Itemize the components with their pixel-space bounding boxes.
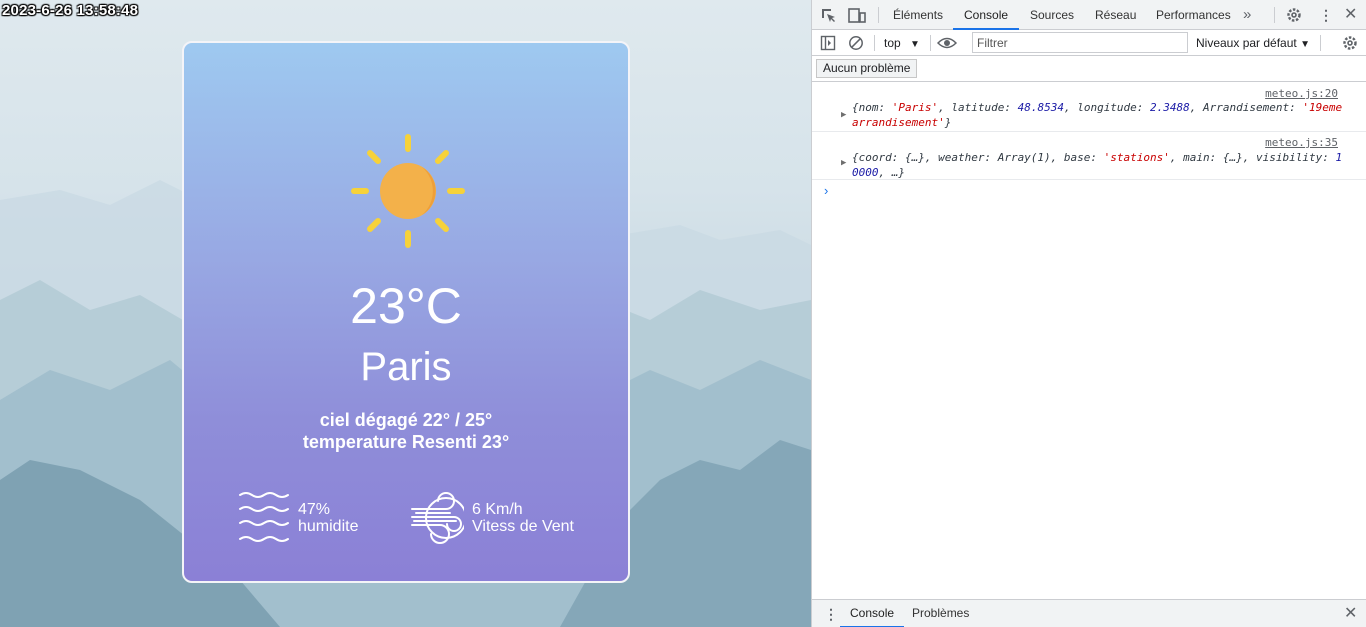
- expand-arrow-icon[interactable]: ▶: [841, 158, 846, 168]
- city-name: Paris: [360, 345, 452, 389]
- timestamp: 2023-6-26 13:58:48: [2, 2, 139, 19]
- tab-network[interactable]: Réseau: [1095, 0, 1136, 30]
- temperature: 23°C: [350, 278, 462, 334]
- weather-card: 23°C Paris ciel dégagé 22° / 25° tempera…: [182, 41, 630, 583]
- console-filter-input[interactable]: [972, 32, 1188, 53]
- device-toolbar-icon[interactable]: [848, 8, 866, 27]
- dropdown-arrow-icon: ▼: [1300, 39, 1310, 50]
- console-object[interactable]: {nom: 'Paris', latitude: 48.8534, longit…: [852, 100, 1348, 130]
- console-message: meteo.js:35 ▶ {coord: {…}, weather: Arra…: [812, 132, 1366, 180]
- object-key-text: , main: {…}, visibility:: [1169, 151, 1336, 164]
- context-value: top: [884, 36, 901, 50]
- drawer-tab-issues[interactable]: Problèmes: [912, 600, 969, 627]
- wind-value: 6 Km/h: [472, 501, 523, 518]
- tab-sources[interactable]: Sources: [1030, 0, 1074, 30]
- object-key-text: , latitude:: [938, 101, 1018, 114]
- log-levels-dropdown[interactable]: Niveaux par défaut ▼: [1196, 36, 1310, 50]
- object-key-text: , …}: [878, 166, 906, 179]
- separator: [1320, 35, 1321, 51]
- tab-elements[interactable]: Éléments: [893, 0, 943, 30]
- drawer-menu-icon[interactable]: ⋮: [824, 606, 838, 622]
- humidity-value: 47%: [298, 501, 331, 518]
- sidebar-toggle-icon[interactable]: [820, 35, 836, 54]
- devtools-tab-bar: Éléments Console Sources Réseau Performa…: [812, 0, 1366, 30]
- kebab-menu-icon[interactable]: ⋮: [1319, 7, 1333, 23]
- waves-icon: [239, 492, 289, 542]
- drawer-tab-console[interactable]: Console: [840, 600, 905, 627]
- separator: [874, 35, 875, 51]
- close-drawer-icon[interactable]: ✕: [1344, 606, 1357, 622]
- context-selector[interactable]: top ▼: [884, 36, 920, 50]
- number-value: 48.8534: [1017, 101, 1064, 114]
- console-message: meteo.js:20 ▶ {nom: 'Paris', latitude: 4…: [812, 82, 1366, 132]
- eye-icon[interactable]: [936, 35, 958, 54]
- source-link[interactable]: meteo.js:20: [1265, 87, 1338, 100]
- tab-console[interactable]: Console: [953, 0, 1020, 30]
- object-key-text: , Arrandisement:: [1189, 101, 1303, 114]
- tab-performance[interactable]: Performances: [1156, 0, 1231, 30]
- separator: [878, 7, 879, 23]
- object-key-text: {nom:: [852, 101, 892, 114]
- clear-console-icon[interactable]: [848, 35, 864, 54]
- page-viewport: 2023-6-26 13:58:48 23°C Paris ciel dégag…: [0, 0, 811, 627]
- wind-text: 6 Km/h Vitess de Vent: [472, 501, 574, 535]
- separator: [930, 35, 931, 51]
- string-value: 'stations': [1103, 151, 1170, 164]
- feels-like-line: temperature Resenti 23°: [302, 432, 510, 452]
- object-key-text: , longitude:: [1063, 101, 1151, 114]
- source-link[interactable]: meteo.js:35: [1265, 136, 1338, 149]
- expand-arrow-icon[interactable]: ▶: [841, 110, 846, 120]
- humidity-block: 47% humidite: [238, 491, 358, 545]
- separator: [1274, 7, 1275, 23]
- devtools-drawer: ⋮ Console Problèmes ✕: [812, 599, 1366, 627]
- wind-label: Vitess de Vent: [472, 518, 574, 535]
- string-value: 'Paris': [891, 101, 939, 114]
- humidity-label: humidite: [298, 518, 359, 535]
- weather-description: ciel dégagé 22° / 25° temperature Resent…: [184, 409, 628, 453]
- log-levels-label: Niveaux par défaut: [1196, 36, 1297, 50]
- humidity-text: 47% humidite: [298, 501, 358, 535]
- console-prompt-icon[interactable]: ›: [824, 183, 828, 198]
- wind-icon: [411, 492, 464, 544]
- object-key-text: }: [944, 116, 952, 129]
- console-object[interactable]: {coord: {…}, weather: Array(1), base: 's…: [852, 150, 1348, 180]
- inspect-element-icon[interactable]: [821, 8, 837, 27]
- number-value: 2.3488: [1150, 101, 1190, 114]
- dropdown-arrow-icon: ▼: [910, 39, 920, 50]
- close-devtools-icon[interactable]: ✕: [1344, 7, 1357, 23]
- console-settings-gear-icon[interactable]: [1342, 35, 1358, 54]
- wind-block: 6 Km/h Vitess de Vent: [410, 491, 574, 545]
- settings-gear-icon[interactable]: [1286, 7, 1302, 26]
- issues-button[interactable]: Aucun problème: [816, 59, 918, 78]
- sun-icon: [351, 134, 465, 248]
- object-key-text: {coord: {…}, weather: Array(1), base:: [852, 151, 1104, 164]
- more-tabs-chevron-icon[interactable]: »: [1243, 7, 1251, 23]
- devtools-panel: Éléments Console Sources Réseau Performa…: [811, 0, 1366, 627]
- description-line: ciel dégagé 22° / 25°: [319, 410, 493, 430]
